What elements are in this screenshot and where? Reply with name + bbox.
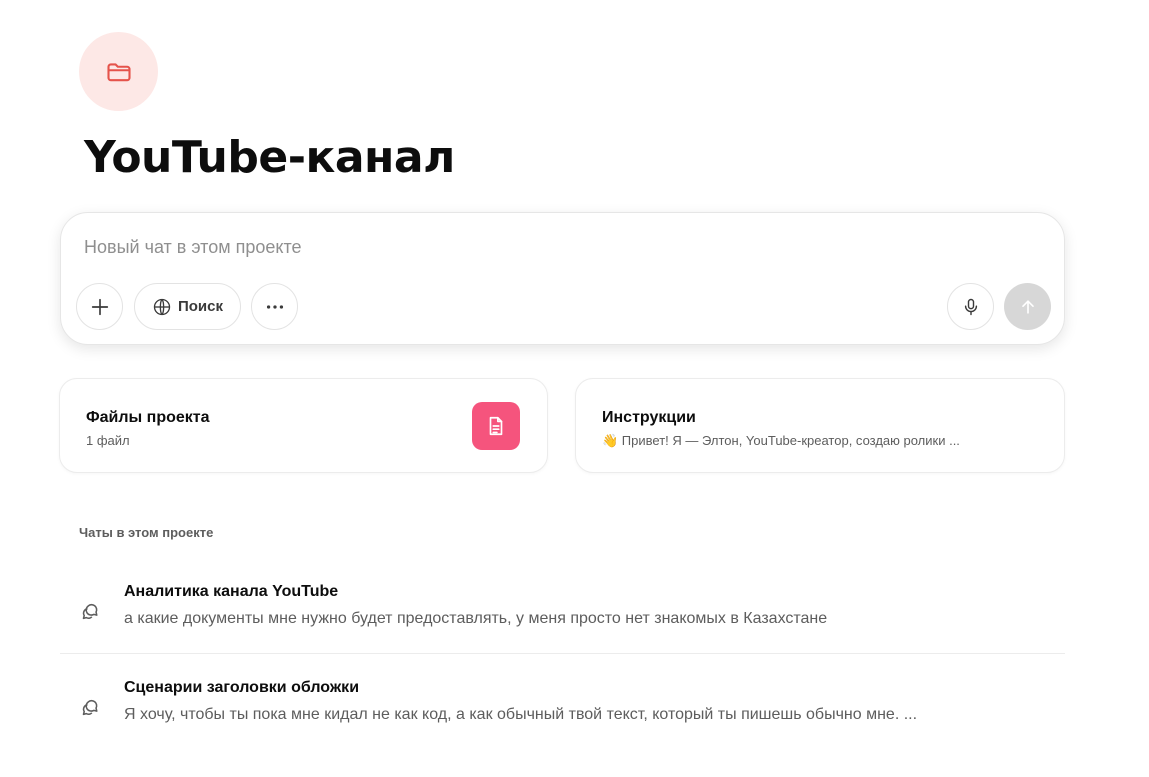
send-button[interactable]: [1004, 283, 1051, 330]
chat-preview: а какие документы мне нужно будет предос…: [124, 610, 828, 627]
instructions-card[interactable]: Инструкции 👋 Привет! Я — Элтон, YouTube-…: [575, 378, 1065, 473]
globe-icon: [153, 298, 171, 315]
more-button[interactable]: [251, 283, 298, 330]
instructions-preview: 👋 Привет! Я — Элтон, YouTube-креатор, со…: [602, 433, 960, 448]
folder-icon: [106, 62, 131, 81]
file-badge: [472, 402, 520, 450]
search-button-label: Поиск: [177, 298, 223, 315]
project-files-title: Файлы проекта: [86, 409, 210, 426]
project-icon: [79, 32, 158, 111]
chat-divider: [60, 653, 1065, 654]
chat-composer: Поиск: [60, 212, 1065, 345]
chat-title: Сценарии заголовки обложки: [124, 679, 360, 696]
project-files-card[interactable]: Файлы проекта 1 файл: [59, 378, 548, 473]
plus-icon: [91, 298, 108, 315]
chat-bubble-icon: [82, 699, 98, 716]
chat-list-item[interactable]: Сценарии заголовки обложки Я хочу, чтобы…: [60, 656, 1065, 752]
instructions-title: Инструкции: [602, 409, 696, 426]
search-button[interactable]: Поиск: [134, 283, 241, 330]
more-icon: [266, 304, 283, 309]
chats-section-label: Чаты в этом проекте: [79, 525, 214, 540]
page-title: YouTube-канал: [84, 132, 455, 183]
voice-input-button[interactable]: [947, 283, 994, 330]
chat-list-item[interactable]: Аналитика канала YouTube а какие докумен…: [60, 560, 1065, 656]
arrow-up-icon: [1021, 299, 1034, 314]
chat-preview: Я хочу, чтобы ты пока мне кидал не как к…: [124, 706, 918, 723]
project-files-count: 1 файл: [86, 433, 130, 448]
document-icon: [489, 416, 503, 436]
chat-bubble-icon: [82, 603, 98, 620]
chat-title: Аналитика канала YouTube: [124, 583, 339, 600]
new-chat-input[interactable]: [84, 237, 984, 258]
mic-icon: [964, 298, 977, 315]
add-button[interactable]: [76, 283, 123, 330]
